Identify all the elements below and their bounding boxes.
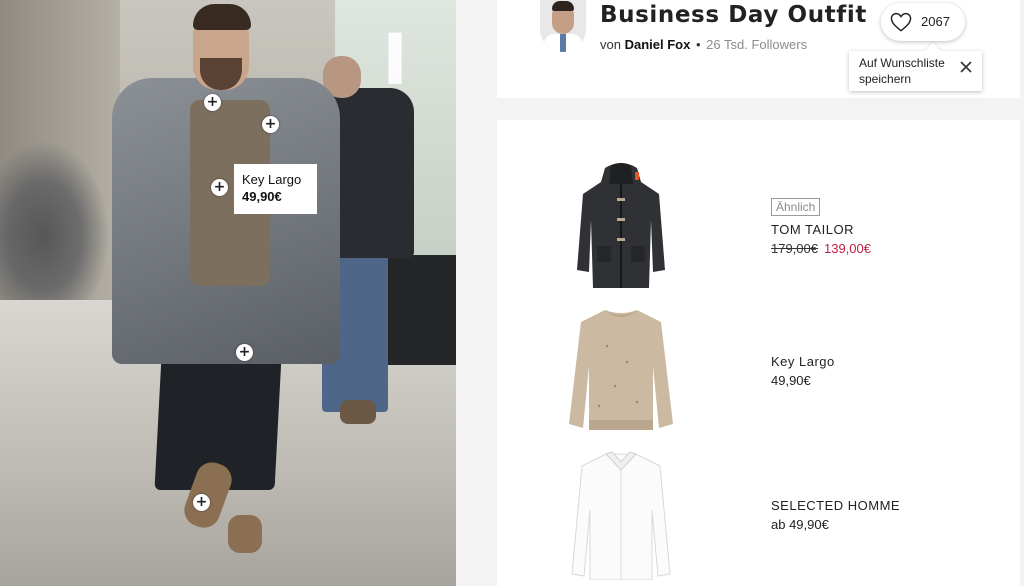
outfit-title: Business Day Outfit bbox=[600, 2, 867, 28]
knit-sweater-image[interactable] bbox=[567, 306, 675, 434]
product-price: 179,00€ 139,00€ bbox=[771, 239, 871, 258]
product-3-info[interactable]: SELECTED HOMME ab 49,90€ bbox=[771, 496, 900, 534]
outfit-photo: I + + + + + Key Largo 49,90€ bbox=[0, 0, 456, 586]
hotspot-sweater[interactable]: + bbox=[211, 179, 228, 196]
author-name-link[interactable]: Daniel Fox bbox=[625, 37, 691, 52]
original-price: 179,00€ bbox=[771, 241, 818, 256]
product-brand: SELECTED HOMME bbox=[771, 498, 901, 513]
product-tag-popup[interactable]: Key Largo 49,90€ bbox=[234, 164, 317, 214]
similar-badge: Ähnlich bbox=[771, 198, 821, 216]
tag-product-name: Key Largo bbox=[242, 172, 302, 187]
hotspot-pants[interactable]: + bbox=[236, 344, 253, 361]
model-shoe-right bbox=[228, 515, 262, 553]
product-brand: TOM TAILOR bbox=[771, 222, 855, 237]
follower-count: 26 Tsd. Followers bbox=[706, 37, 808, 52]
model-hair bbox=[193, 4, 251, 30]
wishlist-tooltip: Auf Wunschliste speichern bbox=[849, 42, 982, 91]
white-shirt-image[interactable] bbox=[570, 450, 672, 580]
product-2-info[interactable]: Key Largo 49,90€ bbox=[771, 352, 835, 390]
like-count: 2067 bbox=[921, 14, 950, 29]
author-byline: von Daniel Fox • 26 Tsd. Followers bbox=[600, 37, 807, 52]
product-price: ab 49,90€ bbox=[771, 517, 829, 532]
sale-price: 139,00€ bbox=[824, 241, 871, 256]
outfit-page: I + + + + + Key Largo 49,90€ Business Da… bbox=[0, 0, 1024, 586]
heart-icon bbox=[890, 12, 912, 32]
hotspot-shoes[interactable]: + bbox=[193, 494, 210, 511]
wishlist-tooltip-text: Auf Wunschliste speichern bbox=[859, 56, 945, 86]
product-1-info[interactable]: Ähnlich TOM TAILOR 179,00€ 139,00€ bbox=[771, 198, 871, 258]
product-brand: Key Largo bbox=[771, 354, 835, 369]
byline-separator: • bbox=[695, 37, 701, 52]
pedestrian-shoe bbox=[340, 400, 376, 424]
author-avatar[interactable] bbox=[540, 0, 586, 52]
background-crowd bbox=[0, 140, 110, 300]
hotspot-shirt[interactable]: + bbox=[204, 94, 221, 111]
product-price: 49,90€ bbox=[771, 373, 811, 388]
byline-prefix: von bbox=[600, 37, 621, 52]
hotspot-coat[interactable]: + bbox=[262, 116, 279, 133]
duffle-coat-image[interactable] bbox=[575, 160, 667, 294]
store-sign-letter: I bbox=[381, 19, 409, 101]
tag-product-price: 49,90€ bbox=[242, 189, 282, 204]
like-button[interactable]: 2067 bbox=[881, 3, 965, 41]
close-icon[interactable] bbox=[959, 60, 973, 74]
